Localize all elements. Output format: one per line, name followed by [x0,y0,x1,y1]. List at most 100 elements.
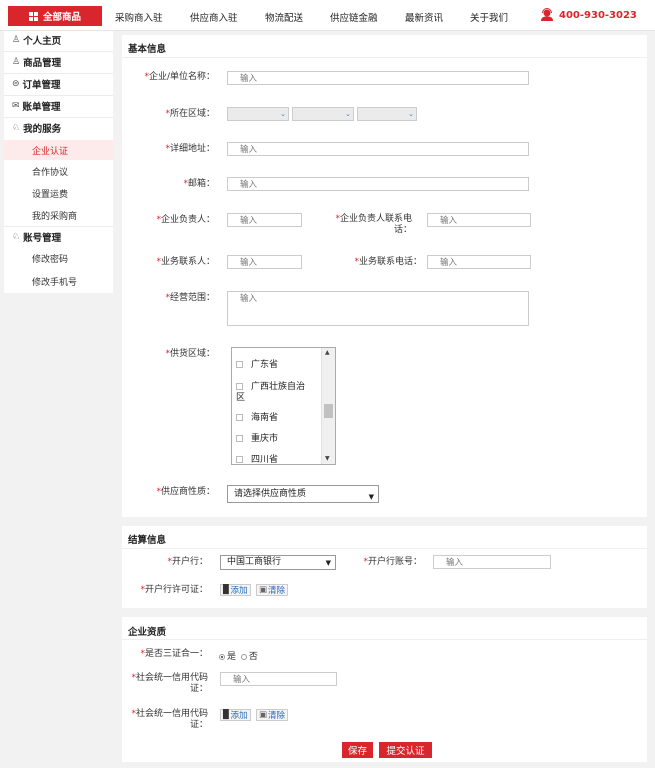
list-item[interactable]: 四川省 [236,452,278,464]
nav-buyer-join[interactable]: 采购商入驻 [115,10,163,24]
grid-icon [28,11,38,21]
region-label: *所在区域： [165,109,215,119]
business-scope-textarea[interactable] [227,291,529,326]
sidebar-item-personal-home[interactable]: ♙ 个人主页 [12,31,61,49]
sidebar-item-my-buyers[interactable]: 我的采购商 [4,205,113,225]
nav-supply-finance[interactable]: 供应链金融 [330,10,378,24]
divider [4,117,113,118]
trash-icon: ▣ [259,710,268,720]
add-license-button[interactable]: ▉ 添加 [220,584,251,596]
nav-about[interactable]: 关于我们 [470,10,508,24]
file-icon: ▉ [223,710,230,720]
section-title: 企业资质 [128,627,167,638]
supply-region-label: *供货区域： [165,349,215,359]
user-icon: ♙ [12,57,21,67]
hotline: 400-930-3023 [540,8,637,22]
sidebar-item-change-password[interactable]: 修改密码 [4,248,113,268]
sidebar-item-agreement[interactable]: 合作协议 [4,161,113,181]
bank-label: *开户行： [167,557,208,567]
sidebar-item-product-mgmt[interactable]: ♙ 商品管理 [12,53,61,71]
list-item[interactable]: 广西壮族自治 [236,379,305,392]
customer-service-icon [541,8,553,21]
company-name-input[interactable] [227,71,529,85]
clear-license-button[interactable]: ▣ 清除 [256,584,289,596]
supply-region-listbox[interactable]: 广东省 广西壮族自治 区 海南省 重庆市 四川省 ▲ ▼ [231,347,336,465]
three-in-one-label: *是否三证合一： [140,649,208,659]
sidebar-item-shipping-fee[interactable]: 设置运费 [4,183,113,203]
scrollbar[interactable]: ▲ ▼ [321,348,335,464]
radio-icon [240,653,247,660]
bank-account-input[interactable] [433,555,551,569]
sidebar-item-order-mgmt[interactable]: ⊜ 订单管理 [12,75,61,93]
sidebar-item-bill-mgmt[interactable]: ✉ 账单管理 [12,97,61,115]
credit-code-input[interactable] [220,672,337,686]
file-icon: ▉ [223,585,230,595]
list-item-wrap: 区 [236,393,246,403]
checkbox[interactable] [236,456,243,463]
dropdown-arrow-icon: ▼ [325,559,331,567]
scope-label: *经营范围： [165,293,215,303]
nav-supplier-join[interactable]: 供应商入驻 [190,10,238,24]
district-select[interactable]: ⌄ [357,107,417,121]
nav-logistics[interactable]: 物流配送 [265,10,303,24]
checkbox[interactable] [236,383,243,390]
box-icon: ⊜ [12,79,20,89]
divider [4,51,113,52]
contact-label: *业务联系人： [156,257,215,267]
email-label: *邮箱： [183,179,215,189]
divider [122,548,647,549]
clear-credit-cert-button[interactable]: ▣ 清除 [256,709,289,721]
section-title: 结算信息 [128,535,167,546]
sidebar-item-change-phone[interactable]: 修改手机号 [4,271,113,291]
bank-license-label: *开户行许可证： [140,585,208,595]
chevron-down-icon: ⌄ [280,110,286,118]
radio-yes[interactable]: 是 [219,652,236,662]
legal-person-input[interactable] [227,213,302,227]
list-item[interactable]: 广东省 [236,357,278,370]
sidebar-item-my-services[interactable]: ♘ 我的服务 [12,119,61,137]
radio-no[interactable]: 否 [240,652,258,662]
submit-auth-button[interactable]: 提交认证 [379,742,432,758]
supplier-type-label: *供应商性质： [156,487,215,497]
supplier-type-select[interactable]: 请选择供应商性质 ▼ [227,485,379,503]
mail-icon: ✉ [12,101,20,111]
scroll-thumb[interactable] [324,404,333,418]
chevron-down-icon: ⌄ [345,110,351,118]
email-input[interactable] [227,177,529,191]
legal-phone-input[interactable] [427,213,531,227]
address-input[interactable] [227,142,529,156]
checkbox[interactable] [236,414,243,421]
city-select[interactable]: ⌄ [292,107,354,121]
list-item[interactable]: 重庆市 [236,431,278,444]
nav-news[interactable]: 最新资讯 [405,10,443,24]
legal-person-label: *企业负责人： [156,215,215,225]
scroll-down-icon[interactable]: ▼ [325,455,330,462]
province-select[interactable]: ⌄ [227,107,289,121]
checkbox[interactable] [236,435,243,442]
divider [122,639,647,640]
radio-icon [219,653,225,660]
all-products-label: 全部商品 [42,12,81,23]
save-button[interactable]: 保存 [342,742,373,758]
address-label: *详细地址： [165,144,215,154]
sidebar-item-account-mgmt[interactable]: ♘ 账号管理 [12,228,61,246]
top-navbar: 全部商品 采购商入驻 供应商入驻 物流配送 供应链金融 最新资讯 关于我们 40… [0,0,655,31]
bank-select[interactable]: 中国工商银行 ▼ [220,555,336,570]
company-name-label: *企业/单位名称： [144,72,215,82]
add-credit-cert-button[interactable]: ▉ 添加 [220,709,251,721]
checkbox[interactable] [236,361,243,368]
contact-input[interactable] [227,255,302,269]
all-products-button[interactable]: 全部商品 [8,6,102,26]
sidebar-item-company-auth[interactable]: 企业认证 [4,140,113,160]
trash-icon: ▣ [259,585,268,595]
contact-phone-label: *业务联系电话： [354,257,422,267]
divider [4,73,113,74]
service-icon: ♘ [12,123,21,133]
contact-phone-input[interactable] [427,255,531,269]
list-item[interactable]: 海南省 [236,410,278,423]
credit-code-cert-label: *社会统一信用代码 证： [131,709,208,730]
divider [122,57,647,58]
three-in-one-radio-group: 是 否 [219,649,258,662]
scroll-up-icon[interactable]: ▲ [325,349,330,356]
user-icon: ♙ [12,35,21,45]
